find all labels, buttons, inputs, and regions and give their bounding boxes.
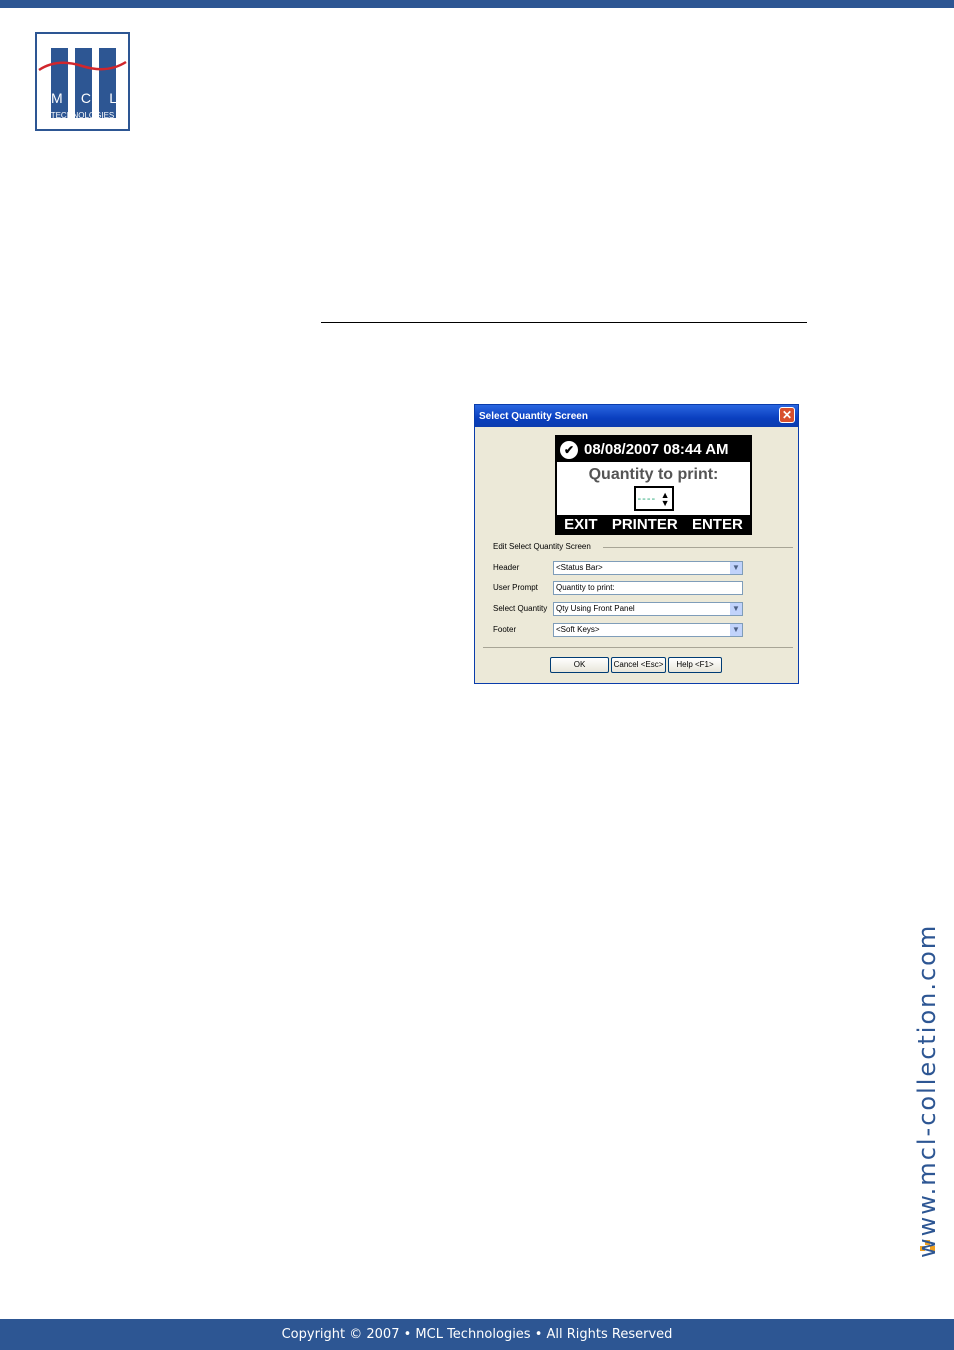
select-quantity-value: Qty Using Front Panel	[556, 604, 635, 613]
logo-letter: C	[80, 90, 91, 106]
logo-subtitle: TECHNOLOGIES	[50, 111, 115, 120]
dialog-titlebar: Select Quantity Screen ✕	[475, 405, 798, 427]
spinner-value: ----	[637, 492, 657, 505]
group-label: Edit Select Quantity Screen	[493, 542, 591, 551]
preview-softkeys: EXIT PRINTER ENTER	[557, 515, 750, 533]
logo-wave-icon	[38, 60, 127, 72]
chevron-down-icon[interactable]: ▼	[730, 624, 742, 636]
preview-quantity-spinner: ---- ▲ ▼	[633, 486, 674, 511]
select-quantity-dialog: Select Quantity Screen ✕ ✔ 08/08/2007 08…	[474, 404, 799, 684]
footer-copyright: Copyright © 2007 • MCL Technologies • Al…	[281, 1327, 673, 1342]
softkey-exit: EXIT	[564, 515, 598, 533]
cancel-button[interactable]: Cancel <Esc>	[611, 657, 666, 673]
select-quantity-label: Select Quantity	[493, 604, 548, 613]
logo-letter: L	[109, 90, 117, 106]
select-quantity-select[interactable]: Qty Using Front Panel ▼	[553, 602, 743, 616]
chevron-down-icon[interactable]: ▼	[730, 603, 742, 615]
logo-letters: M C L	[51, 90, 117, 106]
preview-datetime: 08/08/2007 08:44 AM	[584, 441, 729, 458]
header-label: Header	[493, 563, 520, 572]
softkey-enter: ENTER	[691, 515, 743, 533]
header-select[interactable]: <Status Bar> ▼	[553, 561, 743, 575]
side-website-url: www.mcl-collection.com	[913, 923, 941, 1258]
horizontal-rule	[321, 322, 807, 323]
ok-button[interactable]: OK	[550, 657, 609, 673]
footer-select-value: <Soft Keys>	[556, 625, 600, 634]
help-button[interactable]: Help <F1>	[668, 657, 722, 673]
up-down-arrow-icon: ▲ ▼	[660, 489, 670, 508]
preview-status-bar: ✔ 08/08/2007 08:44 AM	[557, 437, 750, 462]
footer-select[interactable]: <Soft Keys> ▼	[553, 623, 743, 637]
group-divider	[603, 547, 793, 548]
softkey-printer: PRINTER	[611, 515, 678, 533]
close-icon[interactable]: ✕	[779, 407, 795, 423]
dialog-title: Select Quantity Screen	[479, 410, 588, 422]
preview-prompt: Quantity to print:	[588, 466, 719, 483]
chevron-down-icon[interactable]: ▼	[730, 562, 742, 574]
screen-preview: ✔ 08/08/2007 08:44 AM Quantity to print:…	[555, 435, 752, 535]
user-prompt-input[interactable]: Quantity to print:	[553, 581, 743, 595]
logo-letter: M	[51, 90, 63, 106]
user-prompt-label: User Prompt	[493, 583, 538, 592]
footer-bar: Copyright © 2007 • MCL Technologies • Al…	[0, 1319, 954, 1350]
header-select-value: <Status Bar>	[556, 563, 603, 572]
checkmark-icon: ✔	[560, 440, 578, 459]
user-prompt-value: Quantity to print:	[556, 583, 615, 592]
button-separator	[483, 647, 793, 648]
footer-label: Footer	[493, 625, 517, 634]
mcl-logo: M C L TECHNOLOGIES	[35, 32, 130, 131]
top-bar	[0, 0, 954, 8]
